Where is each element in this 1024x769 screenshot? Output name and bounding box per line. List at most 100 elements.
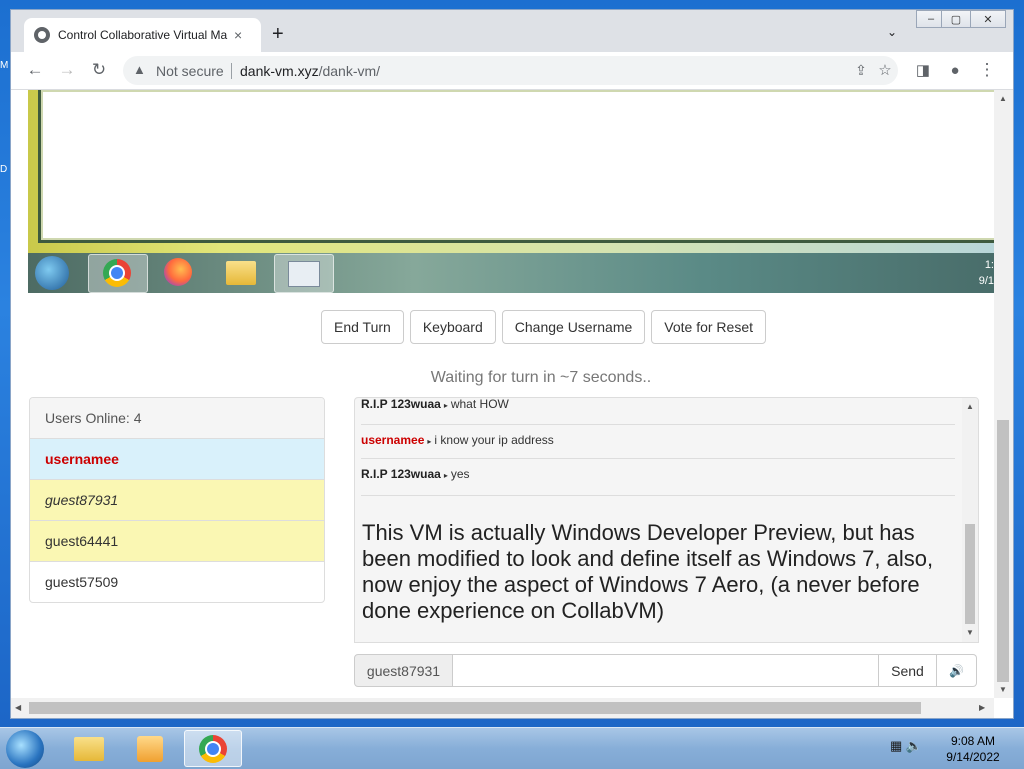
change-username-button[interactable]: Change Username [501,310,646,344]
chat-username: usernamee [361,433,425,447]
side-panel-icon[interactable]: ◨ [913,60,933,80]
send-button[interactable]: Send [879,654,937,687]
chat-message-input[interactable] [453,654,879,687]
taskbar-media-button[interactable] [122,730,180,767]
address-divider [231,63,232,79]
user-item[interactable]: guest64441 [30,521,324,562]
start-orb-icon[interactable] [6,730,44,768]
vm-clock-time: 1: [984,259,994,271]
vm-clock: 1: 9/1 [979,257,994,289]
end-turn-button[interactable]: End Turn [321,310,404,344]
vote-reset-button[interactable]: Vote for Reset [651,310,766,344]
scroll-down-icon[interactable]: ▼ [966,628,974,637]
user-item[interactable]: guest87931 [30,480,324,521]
message-arrow-icon: ▸ [427,437,432,446]
forward-icon[interactable]: → [57,60,77,80]
vm-window[interactable] [38,90,994,243]
chat-message: R.I.P 123wuaa ▸ yes [361,459,955,496]
scroll-up-icon[interactable]: ▲ [966,402,974,411]
keyboard-button[interactable]: Keyboard [409,310,496,344]
vm-clock-date: 9/1 [978,275,994,287]
volume-icon[interactable]: 🔊 [937,654,977,687]
media-player-icon [137,736,163,762]
chat-message: R.I.P 123wuaa ▸ what HOW [361,397,955,425]
scroll-up-icon[interactable]: ▲ [999,94,1007,103]
chat-scroll-thumb[interactable] [965,524,975,624]
turn-status: Waiting for turn in ~7 seconds.. [430,369,652,386]
monitor-icon [288,261,320,287]
message-arrow-icon: ▸ [443,471,448,480]
desktop-icon-label: D [0,164,8,175]
user-item[interactable]: usernamee [30,439,324,480]
page-vertical-scrollbar[interactable]: ▲ ▼ [994,90,1013,698]
scroll-right-icon[interactable]: ▶ [979,703,985,712]
profile-icon[interactable]: ● [945,60,965,80]
reload-icon[interactable]: ↻ [89,60,109,80]
folder-icon [226,261,256,285]
users-panel: Users Online: 4 usernamee guest87931 gue… [29,397,325,603]
maximize-button[interactable]: ▢ [941,10,971,28]
close-window-button[interactable]: ✕ [970,10,1006,28]
vm-firefox-button[interactable] [150,254,208,291]
chat-text: what HOW [450,397,509,411]
vm-taskbar: 1: 9/1 [28,253,994,293]
url-text[interactable]: dank-vm.xyz/dank-vm/ [240,63,380,79]
user-item[interactable]: guest57509 [30,562,324,602]
star-icon[interactable]: ☆ [875,60,895,80]
page-horizontal-scrollbar[interactable]: ◀ ▶ [11,698,994,718]
security-label[interactable]: Not secure [156,63,224,79]
tray-icons: ▦ 🔈 [890,738,922,754]
users-online-header: Users Online: 4 [30,398,324,439]
page-content: 1: 9/1 End Turn Keyboard Change Username… [11,90,994,698]
vm-controls: End Turn Keyboard Change Username Vote f… [321,310,766,344]
new-tab-button[interactable]: + [272,23,284,46]
url-host: dank-vm.xyz [240,63,319,79]
network-icon[interactable]: ▦ [890,738,902,753]
chat-input-row: guest87931 Send 🔊 [354,654,977,687]
site-favicon-icon [34,27,50,43]
chat-message: usernamee ▸ i know your ip address [361,424,955,459]
more-icon[interactable]: ⋮ [977,60,997,80]
clock-date: 9/14/2022 [946,750,1000,764]
vm-start-orb-icon[interactable] [35,256,69,290]
vm-display[interactable]: 1: 9/1 [28,90,994,293]
speaker-icon[interactable]: 🔈 [906,738,922,753]
address-bar[interactable]: ▲ Not secure dank-vm.xyz/dank-vm/ ⇪ ☆ [123,56,898,85]
chat-username: R.I.P 123wuaa [361,467,441,481]
taskbar-chrome-button[interactable] [184,730,242,767]
system-clock[interactable]: 9:08 AM 9/14/2022 [940,733,1006,765]
chat-panel[interactable]: R.I.P 123wuaa ▸ what HOW usernamee ▸ i know … [354,397,979,643]
browser-window: Control Collaborative Virtual Ma × + ⌄ –… [11,10,1013,718]
vm-monitor-button[interactable] [274,254,334,293]
back-icon[interactable]: ← [25,60,45,80]
browser-tab[interactable]: Control Collaborative Virtual Ma × [24,18,261,52]
title-bar: Control Collaborative Virtual Ma × + ⌄ –… [11,10,1013,52]
scroll-down-icon[interactable]: ▼ [999,685,1007,694]
tab-search-icon[interactable]: ⌄ [887,25,897,39]
url-path: /dank-vm/ [318,63,381,79]
chrome-icon [103,259,131,287]
tab-title: Control Collaborative Virtual Ma [58,28,228,42]
windows-taskbar: ▦ 🔈 9:08 AM 9/14/2022 [0,727,1024,769]
chrome-icon [199,735,227,763]
warning-icon[interactable]: ▲ [133,62,146,77]
message-arrow-icon: ▸ [443,401,448,410]
chat-text: i know your ip address [434,433,554,447]
chat-username: R.I.P 123wuaa [361,397,441,411]
folder-icon [74,737,104,761]
desktop-icon-label: M [0,60,9,71]
page-scroll-thumb[interactable] [997,420,1009,682]
clock-time: 9:08 AM [950,734,996,748]
browser-toolbar: ← → ↻ ▲ Not secure dank-vm.xyz/dank-vm/ … [11,52,1013,90]
vm-chrome-button[interactable] [88,254,148,293]
share-icon[interactable]: ⇪ [851,60,871,80]
chat-username-label: guest87931 [354,654,453,687]
vm-explorer-button[interactable] [212,254,270,291]
scroll-left-icon[interactable]: ◀ [15,703,21,712]
chat-scrollbar[interactable]: ▲ ▼ [962,398,978,642]
horizontal-scroll-thumb[interactable] [29,702,921,714]
taskbar-explorer-button[interactable] [60,730,118,767]
chat-text: yes [450,467,470,481]
chat-announcement: This VM is actually Windows Developer Pr… [362,520,934,623]
close-tab-icon[interactable]: × [234,27,242,43]
